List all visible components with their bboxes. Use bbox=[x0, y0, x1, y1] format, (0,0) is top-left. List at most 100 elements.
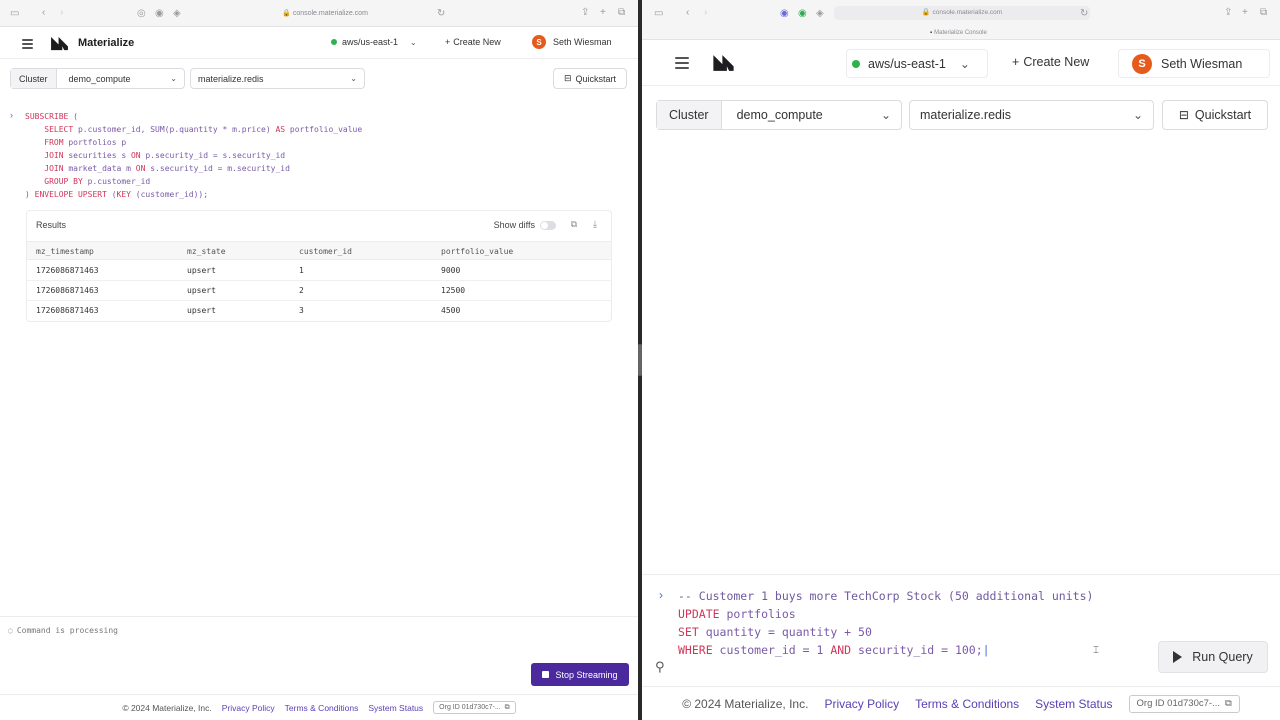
sql-text: security_id = 100; bbox=[851, 643, 983, 657]
sql-keyword: JOIN bbox=[44, 151, 64, 160]
copy-icon[interactable]: ⧉ bbox=[571, 219, 577, 230]
extension-icon-3[interactable]: ◈ bbox=[816, 8, 824, 20]
system-status-link[interactable]: System Status bbox=[368, 703, 423, 713]
sql-text: portfolios bbox=[719, 607, 796, 621]
org-id-text: Org ID 01d730c7-... bbox=[1136, 698, 1220, 709]
database-selector[interactable]: materialize.redis ⌄ bbox=[190, 68, 365, 89]
user-menu[interactable]: S Seth Wiesman bbox=[1118, 49, 1270, 78]
org-id-badge[interactable]: Org ID 01d730c7-... ⧉ bbox=[1128, 694, 1240, 713]
terms-link[interactable]: Terms & Conditions bbox=[915, 697, 1019, 711]
chevron-down-icon: ⌄ bbox=[959, 56, 970, 71]
book-icon: ⊟ bbox=[1178, 108, 1189, 122]
create-new-button[interactable]: + Create New bbox=[1012, 55, 1089, 69]
extension-icon-2[interactable]: ◉ bbox=[798, 8, 807, 20]
terms-link[interactable]: Terms & Conditions bbox=[285, 703, 359, 713]
chevron-down-icon: ⌄ bbox=[880, 108, 891, 122]
run-query-label: Run Query bbox=[1192, 650, 1253, 664]
sql-keyword: AS bbox=[275, 125, 286, 134]
status-label: Command is processing bbox=[16, 626, 118, 635]
region-selector[interactable]: aws/us-east-1 ⌄ bbox=[331, 37, 417, 47]
sql-text: quantity = quantity + 50 bbox=[698, 625, 872, 639]
table-cell: 4500 bbox=[441, 306, 461, 315]
address-bar[interactable]: 🔒 console.materialize.com bbox=[834, 6, 1090, 20]
cluster-label: Cluster bbox=[657, 101, 722, 129]
query-editor[interactable]: -- Customer 1 buys more TechCorp Stock (… bbox=[678, 587, 1093, 659]
privacy-policy-link[interactable]: Privacy Policy bbox=[824, 697, 899, 711]
active-tab[interactable]: ▪ Materialize Console bbox=[930, 30, 987, 36]
new-tab-icon[interactable]: + bbox=[600, 7, 606, 19]
forward-icon[interactable]: › bbox=[60, 7, 63, 19]
cluster-selector[interactable]: Cluster demo_compute ⌄ bbox=[10, 68, 185, 89]
quickstart-button[interactable]: ⊟ Quickstart bbox=[553, 68, 627, 89]
table-cell: 1726086871463 bbox=[36, 306, 99, 315]
reload-icon[interactable]: ↻ bbox=[437, 8, 445, 20]
sql-keyword: UPDATE bbox=[678, 607, 720, 621]
table-cell: upsert bbox=[187, 266, 216, 275]
region-selector[interactable]: aws/us-east-1 ⌄ bbox=[846, 49, 988, 78]
column-header: mz_timestamp bbox=[36, 247, 94, 256]
book-icon: ⊟ bbox=[563, 73, 572, 83]
user-menu[interactable]: S Seth Wiesman bbox=[532, 35, 612, 49]
results-panel: Results Show diffs ⧉ ⤓ mz_timestamp mz_s… bbox=[26, 210, 612, 322]
privacy-policy-link[interactable]: Privacy Policy bbox=[222, 703, 275, 713]
share-icon[interactable]: ⇪ bbox=[581, 7, 589, 19]
results-table-header: mz_timestamp mz_state customer_id portfo… bbox=[27, 241, 611, 260]
new-tab-icon[interactable]: + bbox=[1242, 7, 1248, 19]
database-selector[interactable]: materialize.redis ⌄ bbox=[909, 100, 1154, 130]
extension-icon-2[interactable]: ◉ bbox=[155, 8, 164, 20]
user-name: Seth Wiesman bbox=[553, 37, 612, 47]
footer: © 2024 Materialize, Inc. Privacy Policy … bbox=[642, 686, 1280, 720]
expand-chevron-icon[interactable]: › bbox=[10, 110, 13, 120]
menu-icon[interactable] bbox=[22, 39, 33, 49]
extension-icon[interactable]: ◎ bbox=[137, 8, 146, 20]
expand-chevron-icon[interactable]: › bbox=[659, 588, 663, 602]
table-row: 1726086871463 upsert 2 12500 bbox=[27, 281, 611, 301]
table-cell: 9000 bbox=[441, 266, 461, 275]
chevron-down-icon: ⌄ bbox=[410, 37, 417, 47]
user-name: Seth Wiesman bbox=[1161, 56, 1243, 71]
sidebar-toggle-icon[interactable]: ▭ bbox=[654, 8, 663, 20]
menu-icon[interactable] bbox=[675, 57, 689, 69]
download-icon[interactable]: ⤓ bbox=[593, 219, 597, 230]
quickstart-label: Quickstart bbox=[1194, 108, 1252, 122]
back-icon[interactable]: ‹ bbox=[686, 7, 689, 19]
column-header: portfolio_value bbox=[441, 247, 514, 256]
create-new-button[interactable]: + Create New bbox=[445, 37, 501, 47]
extension-icon-3[interactable]: ◈ bbox=[173, 8, 181, 20]
table-row: 1726086871463 upsert 1 9000 bbox=[27, 261, 611, 281]
forward-icon[interactable]: › bbox=[704, 7, 707, 19]
run-query-button[interactable]: Run Query bbox=[1158, 641, 1268, 673]
sidebar-toggle-icon[interactable]: ▭ bbox=[10, 8, 19, 20]
brand-name: Materialize bbox=[78, 37, 135, 49]
cluster-selector[interactable]: Cluster demo_compute ⌄ bbox=[656, 100, 902, 130]
table-cell: 3 bbox=[299, 306, 304, 315]
system-status-link[interactable]: System Status bbox=[1035, 697, 1112, 711]
tabs-overview-icon[interactable]: ⧉ bbox=[1260, 7, 1267, 19]
chevron-down-icon: ⌄ bbox=[350, 74, 357, 83]
sql-text: ( bbox=[68, 112, 78, 121]
materialize-logo-icon[interactable] bbox=[712, 54, 735, 72]
share-icon[interactable]: ⇪ bbox=[1224, 7, 1232, 19]
org-id-badge[interactable]: Org ID 01d730c7-... ⧉ bbox=[433, 701, 516, 714]
sql-text: p.customer_id bbox=[82, 177, 151, 186]
reload-icon[interactable]: ↻ bbox=[1080, 8, 1088, 20]
materialize-logo-icon[interactable] bbox=[50, 36, 69, 51]
sql-text: market_data m bbox=[63, 164, 136, 173]
database-value: materialize.redis bbox=[920, 108, 1012, 122]
extension-icon[interactable]: ◉ bbox=[780, 8, 789, 20]
sql-text: p.security_id = s.security_id bbox=[140, 151, 286, 160]
lock-icon: 🔒 bbox=[921, 9, 931, 16]
back-icon[interactable]: ‹ bbox=[42, 7, 45, 19]
search-icon[interactable]: ⚲ bbox=[655, 659, 665, 675]
org-id-text: Org ID 01d730c7-... bbox=[439, 704, 501, 711]
show-diffs-toggle[interactable] bbox=[540, 221, 556, 230]
stop-streaming-button[interactable]: Stop Streaming bbox=[531, 663, 629, 686]
table-cell: upsert bbox=[187, 286, 216, 295]
tabs-overview-icon[interactable]: ⧉ bbox=[618, 7, 625, 19]
results-title: Results bbox=[36, 220, 67, 230]
copyright-text: © 2024 Materialize, Inc. bbox=[682, 696, 809, 711]
address-bar[interactable]: 🔒 console.materialize.com bbox=[240, 9, 410, 17]
query-editor[interactable]: SUBSCRIBE ( SELECT p.customer_id, SUM(p.… bbox=[25, 110, 362, 201]
quickstart-button[interactable]: ⊟ Quickstart bbox=[1162, 100, 1268, 130]
show-diffs-label: Show diffs bbox=[493, 220, 535, 230]
